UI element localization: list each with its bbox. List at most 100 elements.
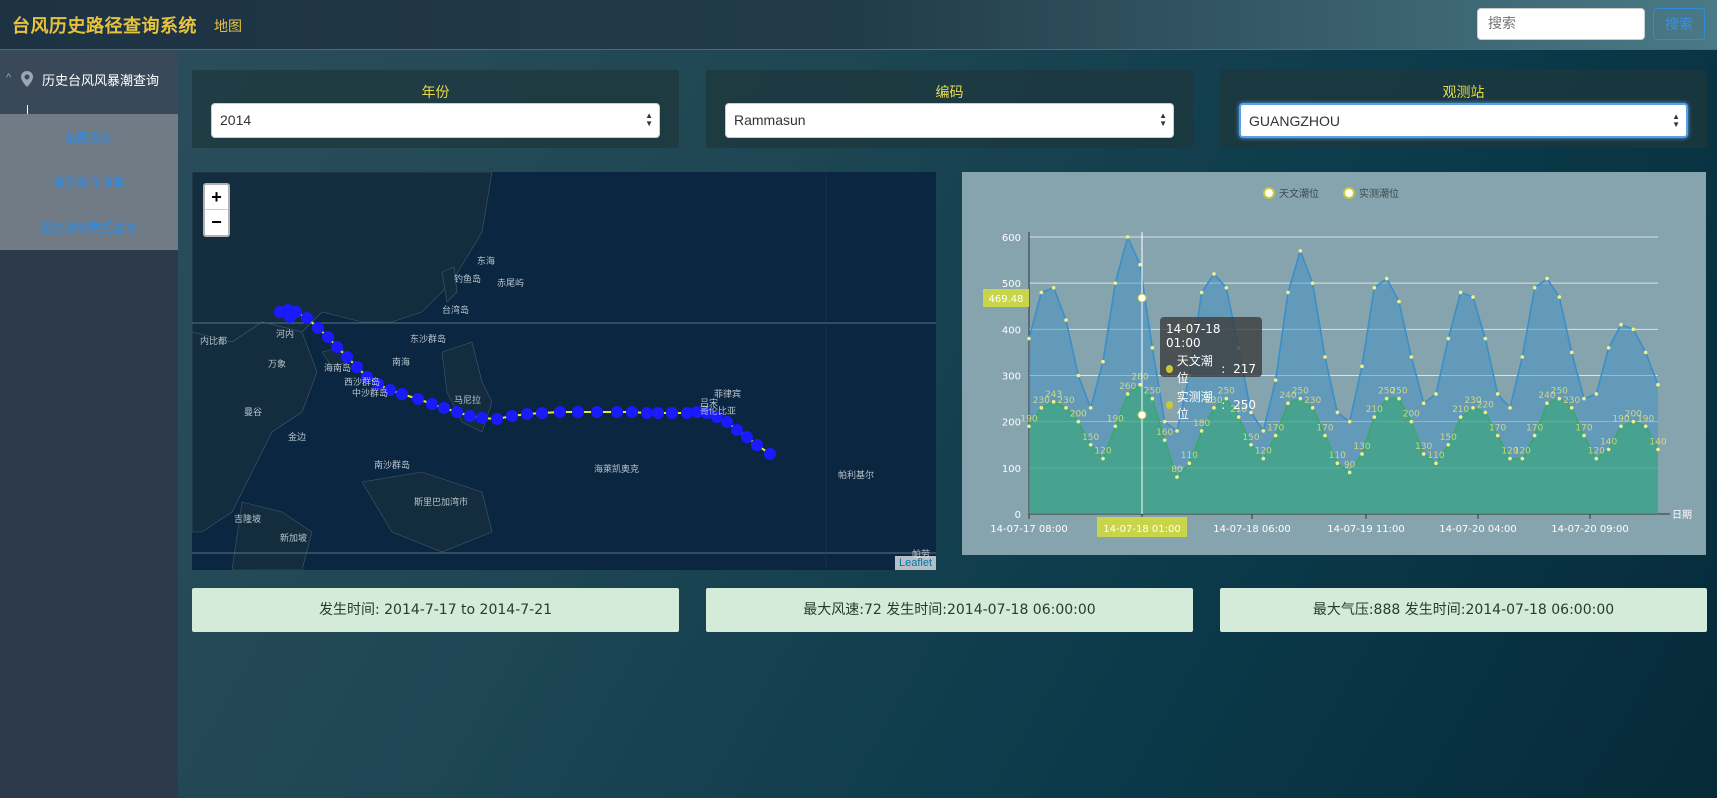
data-point[interactable] [1138,382,1142,387]
data-point[interactable] [1088,406,1093,410]
data-point[interactable] [1495,433,1500,438]
data-point[interactable] [1656,382,1660,387]
track-point[interactable] [284,311,296,323]
data-point[interactable] [1409,419,1414,424]
tide-chart[interactable]: 天文潮位 实测潮位 0 100 200 300 400 500 600 190 230 243 230 2… [962,172,1706,555]
sidebar-item-range-search[interactable]: 范围搜索 [0,129,178,146]
leaflet-attribution[interactable]: Leaflet [894,556,936,570]
nav-map-link[interactable]: 地图 [214,16,242,36]
sidebar-item-complex-search[interactable]: 复杂条件搜索 [0,174,178,191]
data-point[interactable] [1113,424,1118,429]
track-point[interactable] [572,406,584,418]
data-point[interactable] [1273,378,1278,382]
track-point[interactable] [731,424,743,436]
typhoon-map[interactable]: + − 东海 钓鱼岛 赤尾屿 台湾岛 河内 内比都 东沙群岛 南海 万象 海南岛 西沙群岛 中沙群岛马… [192,172,936,570]
data-point[interactable] [1508,406,1512,410]
data-point[interactable] [1569,350,1574,355]
data-point[interactable] [1360,364,1364,369]
data-point[interactable] [1088,442,1093,447]
data-point[interactable] [1421,401,1426,405]
data-point[interactable] [1421,452,1426,456]
data-point[interactable] [1397,396,1401,401]
track-point[interactable] [751,439,763,451]
track-point[interactable] [426,398,438,410]
data-point[interactable] [1606,447,1611,452]
data-point[interactable] [1495,392,1500,396]
data-point[interactable] [1027,336,1031,341]
data-point[interactable] [1162,438,1167,442]
data-point[interactable] [1643,424,1648,429]
track-point[interactable] [312,322,324,334]
track-point[interactable] [451,406,463,418]
data-point[interactable] [1384,396,1389,401]
data-point[interactable] [1557,396,1562,401]
data-point[interactable] [1064,406,1068,410]
data-point[interactable] [1532,285,1537,290]
data-point[interactable] [1545,276,1549,281]
data-point[interactable] [1483,410,1488,415]
track-point[interactable] [764,448,776,460]
data-point[interactable] [1199,429,1204,433]
data-point[interactable] [1656,447,1660,452]
track-point[interactable] [611,406,623,418]
data-point[interactable] [1508,456,1512,461]
data-point[interactable] [1298,396,1303,401]
data-point[interactable] [1471,295,1475,299]
track-point[interactable] [476,412,488,424]
data-point[interactable] [1594,456,1599,461]
data-point[interactable] [1310,406,1315,410]
data-point[interactable] [1643,350,1648,355]
track-point[interactable] [301,312,313,324]
sidebar-item-station-data[interactable]: 历史测站数据查询 [0,219,178,236]
track-point[interactable] [641,407,653,419]
data-point[interactable] [1409,355,1414,359]
data-point[interactable] [1458,415,1463,419]
data-point[interactable] [1360,452,1364,456]
data-point[interactable] [1101,359,1105,364]
track-point[interactable] [464,410,476,422]
track-point[interactable] [652,407,664,419]
track-point[interactable] [591,406,603,418]
data-point[interactable] [1619,322,1623,327]
data-point[interactable] [1175,475,1179,479]
data-point[interactable] [1039,406,1044,410]
data-point[interactable] [1569,406,1574,410]
data-point[interactable] [1212,272,1216,276]
year-select[interactable]: 2014 ▲ ▼ [211,103,660,138]
data-point[interactable] [1261,456,1266,461]
track-point[interactable] [506,410,518,422]
data-point[interactable] [1150,396,1155,401]
data-point[interactable] [1076,419,1081,424]
track-point[interactable] [412,393,424,405]
data-point[interactable] [1039,290,1044,295]
data-point[interactable] [1446,442,1451,447]
track-point[interactable] [438,402,450,414]
track-point[interactable] [521,408,533,420]
track-point[interactable] [626,406,638,418]
legend-label[interactable]: 天文潮位 [1279,187,1319,200]
data-point[interactable] [1446,336,1451,341]
data-point[interactable] [1520,456,1525,461]
legend-marker-icon[interactable] [1343,187,1355,199]
data-point[interactable] [1397,299,1401,304]
data-point[interactable] [1471,406,1475,410]
data-point[interactable] [1458,290,1463,295]
zoom-in-button[interactable]: + [205,185,228,210]
data-point[interactable] [1594,392,1599,396]
data-point[interactable] [1051,400,1056,404]
data-point[interactable] [1286,290,1290,295]
data-point[interactable] [1125,392,1130,396]
data-point[interactable] [1076,373,1081,378]
station-select[interactable]: GUANGZHOU ▲ ▼ [1239,103,1688,138]
data-point[interactable] [1532,433,1537,438]
data-point[interactable] [1175,429,1179,433]
data-point[interactable] [1545,401,1549,405]
track-point[interactable] [396,388,408,400]
track-point[interactable] [331,341,343,353]
search-button[interactable]: 搜索 [1653,8,1705,40]
data-point[interactable] [1064,318,1068,322]
data-point[interactable] [1310,281,1315,285]
data-point[interactable] [1101,456,1105,461]
data-point[interactable] [1347,470,1352,475]
data-point[interactable] [1199,290,1204,295]
